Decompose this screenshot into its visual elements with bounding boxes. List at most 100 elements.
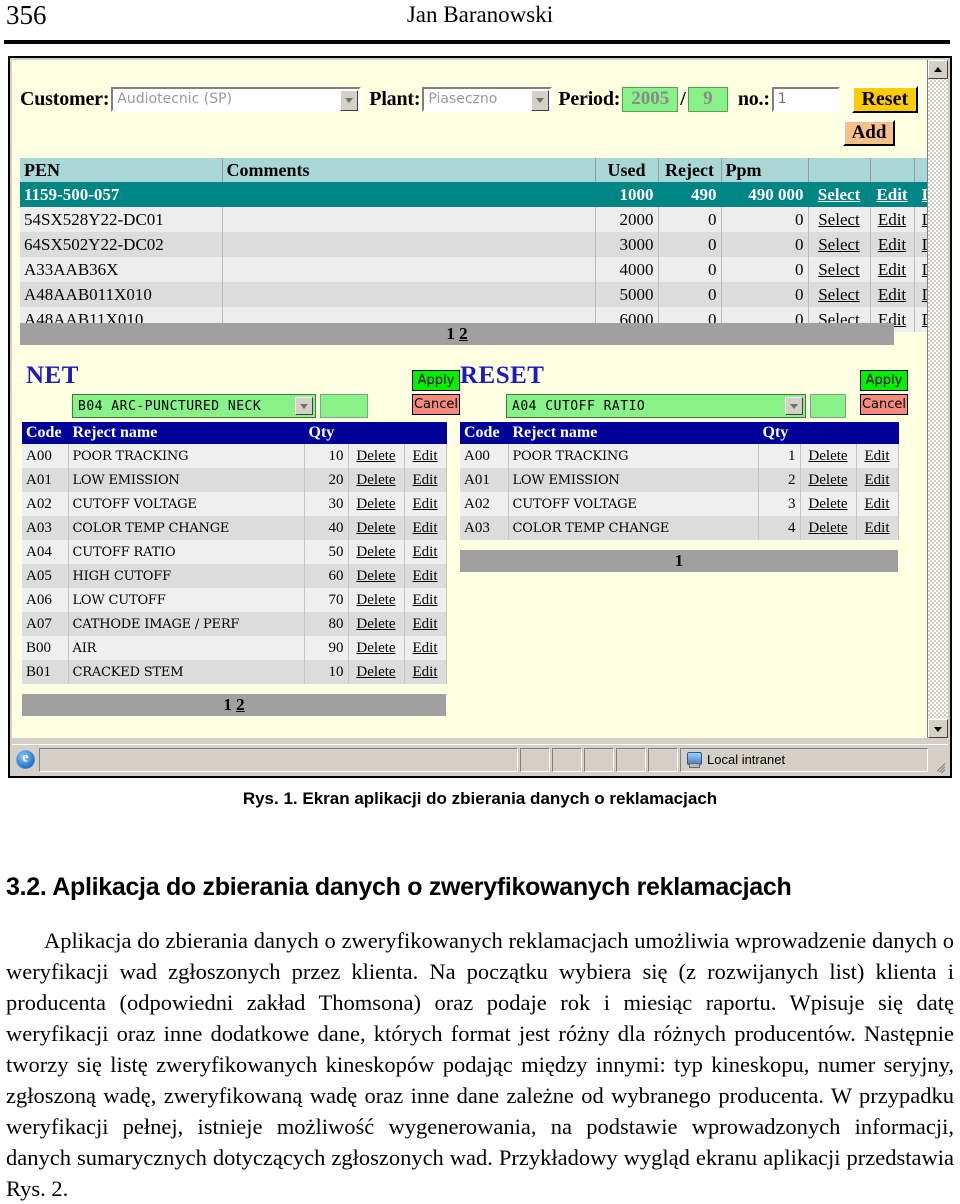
delete-link[interactable]: Delete	[348, 492, 405, 516]
edit-link-anchor[interactable]: Edit	[413, 616, 438, 632]
reset-code-select[interactable]: A04 CUTOFF RATIO	[506, 394, 806, 418]
reset-table-pager[interactable]: 1	[460, 550, 898, 572]
edit-link-anchor[interactable]: Edit	[413, 544, 438, 560]
edit-link-anchor[interactable]: Edit	[865, 496, 890, 512]
scroll-down-button[interactable]	[928, 719, 948, 738]
edit-link-anchor[interactable]: Edit	[413, 496, 438, 512]
pager-page-1[interactable]: 1	[675, 551, 684, 570]
edit-link-anchor[interactable]: Edit	[413, 640, 438, 656]
edit-link-anchor[interactable]: Edit	[878, 235, 906, 254]
edit-link[interactable]: Edit	[870, 182, 915, 207]
edit-link[interactable]: Edit	[404, 492, 447, 516]
chevron-down-icon[interactable]	[295, 397, 313, 415]
delete-link-anchor[interactable]: Delete	[356, 448, 395, 464]
edit-link[interactable]: Edit	[404, 516, 447, 540]
net-apply-button[interactable]: Apply	[412, 370, 460, 391]
table-row[interactable]: 54SX528Y22-DC01200000SelectEditDel	[20, 207, 930, 232]
table-row[interactable]: A02 CUTOFF VOLTAGE 3 Delete Edit	[460, 492, 899, 516]
delete-link[interactable]: Delete	[800, 516, 857, 540]
resize-grip-icon[interactable]	[930, 752, 946, 773]
table-row[interactable]: A04 CUTOFF RATIO 50 Delete Edit	[22, 540, 447, 564]
edit-link-anchor[interactable]: Edit	[413, 568, 438, 584]
chevron-down-icon[interactable]	[785, 397, 803, 415]
select-link[interactable]: Select	[808, 282, 871, 307]
reset-apply-button[interactable]: Apply	[860, 370, 908, 391]
edit-link-anchor[interactable]: Edit	[865, 520, 890, 536]
reset-button[interactable]: Reset	[851, 85, 918, 113]
delete-link-anchor[interactable]: Delete	[356, 664, 395, 680]
scroll-up-button[interactable]	[928, 60, 948, 79]
edit-link[interactable]: Edit	[870, 257, 915, 282]
delete-link-anchor[interactable]: Delete	[356, 544, 395, 560]
edit-link[interactable]: Edit	[404, 636, 447, 660]
delete-link[interactable]: Delete	[348, 612, 405, 636]
net-code-select[interactable]: B04 ARC-PUNCTURED NECK	[72, 394, 316, 418]
table-row[interactable]: A00 POOR TRACKING 10 Delete Edit	[22, 444, 447, 468]
edit-link-anchor[interactable]: Edit	[413, 520, 438, 536]
delete-link-anchor[interactable]: Delete	[808, 520, 847, 536]
pager-page-1[interactable]: 1	[223, 695, 232, 714]
edit-link[interactable]: Edit	[856, 516, 899, 540]
reset-qty-input[interactable]	[810, 394, 846, 418]
delete-link[interactable]: Delete	[348, 660, 405, 684]
edit-link[interactable]: Edit	[856, 444, 899, 468]
delete-link-anchor[interactable]: Delete	[356, 496, 395, 512]
reset-cancel-button[interactable]: Cancel	[860, 394, 908, 415]
net-qty-input[interactable]	[320, 394, 368, 418]
period-year-input[interactable]: 2005	[622, 86, 679, 112]
customer-select[interactable]: Audiotecnic (SP)	[111, 86, 362, 112]
edit-link[interactable]: Edit	[404, 540, 447, 564]
select-link[interactable]: Select	[808, 182, 871, 207]
table-row[interactable]: A33AAB36X400000SelectEditDel	[20, 257, 930, 282]
select-link-anchor[interactable]: Select	[818, 210, 860, 229]
delete-link[interactable]: Delete	[348, 636, 405, 660]
select-link[interactable]: Select	[808, 232, 871, 257]
no-input[interactable]: 1	[771, 86, 840, 112]
delete-link[interactable]: Delete	[800, 492, 857, 516]
chevron-down-icon[interactable]	[340, 89, 359, 111]
security-zone-indicator[interactable]: Local intranet	[680, 747, 928, 772]
edit-link[interactable]: Edit	[856, 492, 899, 516]
delete-link[interactable]: Delete	[348, 468, 405, 492]
edit-link-anchor[interactable]: Edit	[865, 472, 890, 488]
edit-link[interactable]: Edit	[404, 564, 447, 588]
edit-link-anchor[interactable]: Edit	[413, 592, 438, 608]
delete-link-anchor[interactable]: Delete	[356, 520, 395, 536]
table-row[interactable]: B00 AIR 90 Delete Edit	[22, 636, 447, 660]
delete-link[interactable]: Delete	[800, 468, 857, 492]
table-row[interactable]: A05 HIGH CUTOFF 60 Delete Edit	[22, 564, 447, 588]
edit-link[interactable]: Edit	[870, 207, 915, 232]
pen-table-pager[interactable]: 1 2	[20, 323, 894, 345]
table-row[interactable]: 1159-500-0571000490490 000SelectEditDel	[20, 182, 930, 207]
vertical-scrollbar[interactable]	[927, 60, 948, 738]
edit-link[interactable]: Edit	[404, 612, 447, 636]
table-row[interactable]: A02 CUTOFF VOLTAGE 30 Delete Edit	[22, 492, 447, 516]
delete-link-anchor[interactable]: Delete	[356, 640, 395, 656]
delete-link-anchor[interactable]: Delete	[356, 616, 395, 632]
edit-link-anchor[interactable]: Edit	[413, 472, 438, 488]
edit-link-anchor[interactable]: Edit	[878, 210, 906, 229]
table-row[interactable]: A01 LOW EMISSION 20 Delete Edit	[22, 468, 447, 492]
select-link[interactable]: Select	[808, 257, 871, 282]
delete-link-anchor[interactable]: Delete	[808, 448, 847, 464]
edit-link-anchor[interactable]: Edit	[413, 664, 438, 680]
edit-link[interactable]: Edit	[404, 660, 447, 684]
edit-link[interactable]: Edit	[404, 468, 447, 492]
edit-link[interactable]: Edit	[404, 444, 447, 468]
edit-link[interactable]: Edit	[870, 232, 915, 257]
net-table-pager[interactable]: 1 2	[22, 694, 446, 716]
select-link-anchor[interactable]: Select	[818, 185, 860, 204]
table-row[interactable]: B01 CRACKED STEM 10 Delete Edit	[22, 660, 447, 684]
table-row[interactable]: A01 LOW EMISSION 2 Delete Edit	[460, 468, 899, 492]
table-row[interactable]: A07 CATHODE IMAGE / PERF 80 Delete Edit	[22, 612, 447, 636]
table-row[interactable]: A03 COLOR TEMP CHANGE 4 Delete Edit	[460, 516, 899, 540]
delete-link[interactable]: Delete	[348, 540, 405, 564]
edit-link-anchor[interactable]: Edit	[878, 260, 906, 279]
table-row[interactable]: A00 POOR TRACKING 1 Delete Edit	[460, 444, 899, 468]
select-link-anchor[interactable]: Select	[818, 235, 860, 254]
edit-link[interactable]: Edit	[856, 468, 899, 492]
edit-link[interactable]: Edit	[404, 588, 447, 612]
table-row[interactable]: A03 COLOR TEMP CHANGE 40 Delete Edit	[22, 516, 447, 540]
table-row[interactable]: 64SX502Y22-DC02300000SelectEditDel	[20, 232, 930, 257]
table-row[interactable]: A48AAB011X010500000SelectEditDel	[20, 282, 930, 307]
